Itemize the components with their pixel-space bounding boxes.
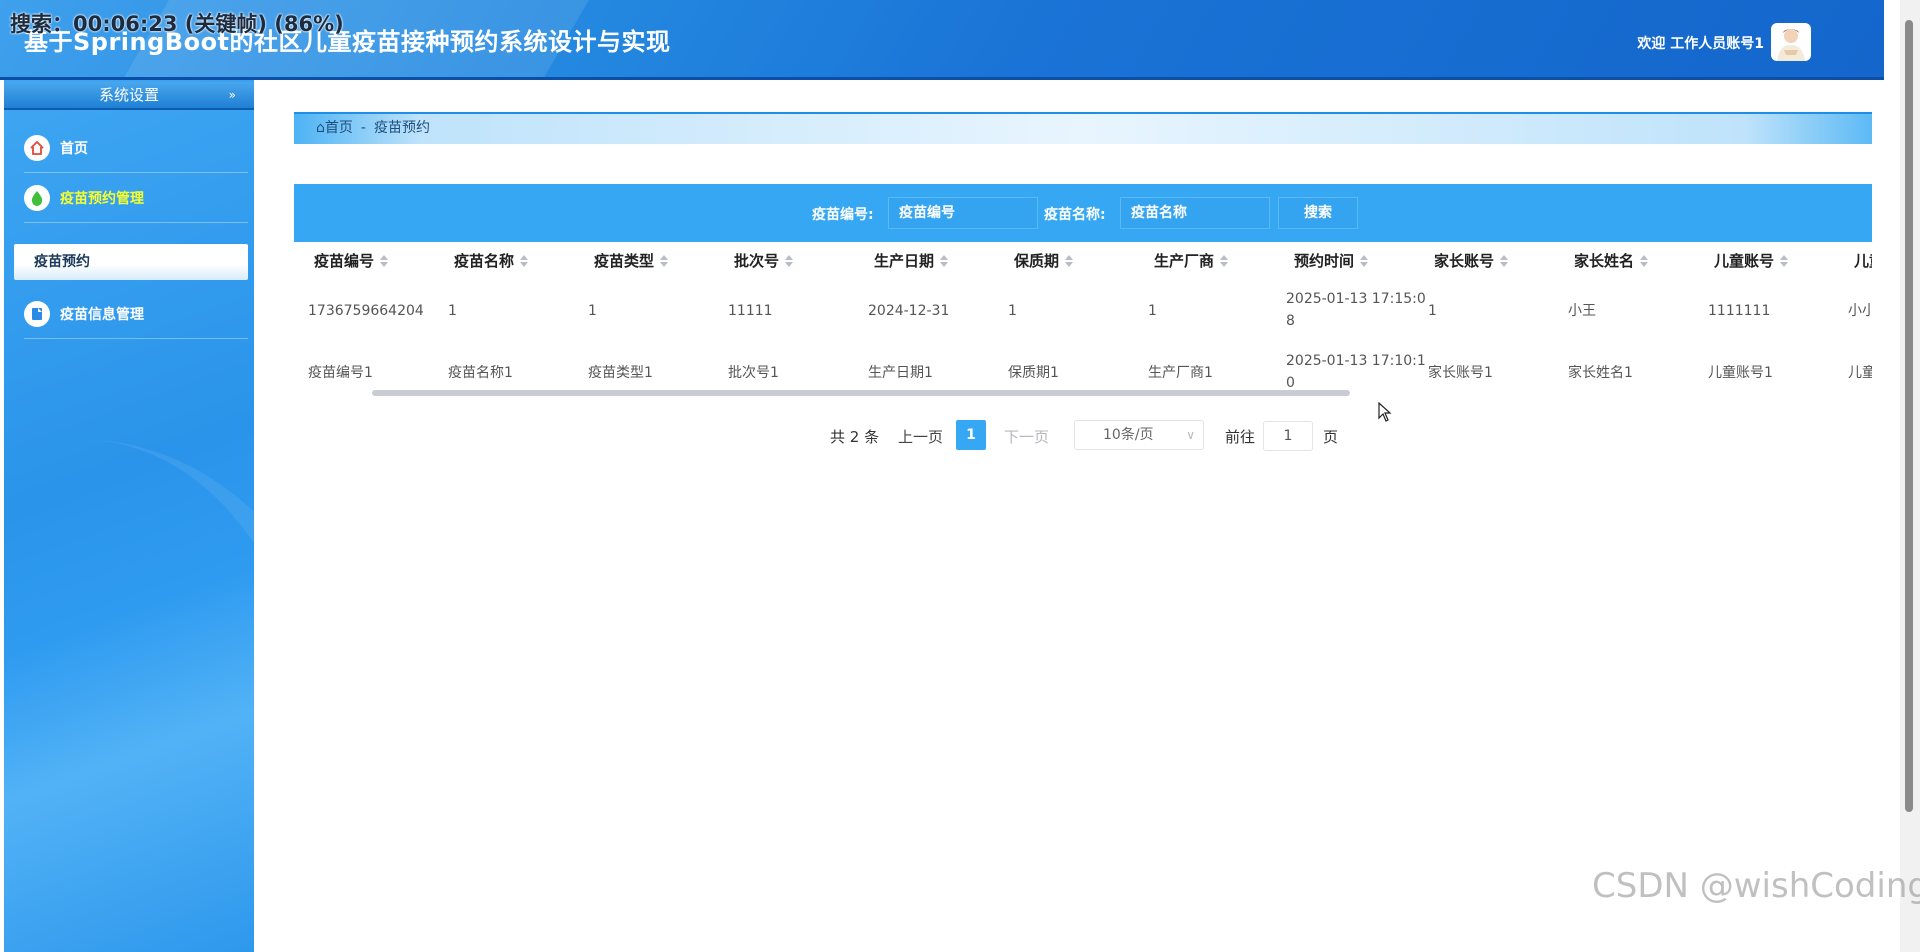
vaccine-name-input[interactable]: [1120, 197, 1270, 229]
table-cell: 1: [1008, 303, 1017, 319]
vaccine-code-label: 疫苗编号:: [812, 207, 874, 223]
sidebar-subitem-vaccine-booking[interactable]: 疫苗预约: [14, 244, 248, 280]
sort-icon[interactable]: [380, 254, 389, 267]
sidebar-item-label: 疫苗信息管理: [60, 307, 144, 323]
sort-icon[interactable]: [1640, 254, 1649, 267]
sort-icon[interactable]: [520, 254, 529, 267]
drop-icon: [24, 185, 50, 211]
breadcrumb-separator: -: [360, 120, 366, 136]
table-cell: 家长姓名1: [1568, 365, 1633, 381]
sidebar-item-label: 疫苗预约管理: [60, 191, 144, 207]
avatar[interactable]: [1771, 23, 1811, 61]
column-header[interactable]: 批次号: [734, 242, 794, 280]
table-cell: 2024-12-31: [868, 303, 950, 319]
table-cell: 1: [588, 303, 597, 319]
vaccine-name-label: 疫苗名称:: [1044, 207, 1106, 223]
vaccine-code-input[interactable]: [888, 197, 1038, 229]
home-outline-icon: ⌂: [316, 120, 325, 136]
welcome-text: 欢迎 工作人员账号1: [1637, 36, 1764, 52]
column-header[interactable]: 疫苗名称: [454, 242, 529, 280]
sort-icon[interactable]: [785, 254, 794, 267]
breadcrumb-home[interactable]: 首页: [325, 120, 353, 136]
table-cell: 2025-01-13 17:15:0: [1286, 291, 1426, 307]
breadcrumb-current: 疫苗预约: [373, 120, 430, 136]
sidebar-item-home[interactable]: 首页: [24, 124, 248, 173]
note-icon: [24, 301, 50, 327]
search-button[interactable]: 搜索: [1278, 197, 1358, 229]
double-chevron-down-icon: »: [228, 88, 236, 102]
mouse-cursor-icon: [1378, 401, 1392, 426]
sidebar-section-title: 系统设置: [98, 86, 159, 104]
table-cell: 生产厂商1: [1148, 365, 1213, 381]
table-cell: 小王: [1568, 303, 1596, 319]
breadcrumb: ⌂首页 - 疫苗预约: [294, 112, 1872, 144]
sort-icon[interactable]: [1500, 254, 1509, 267]
page-size-value: 10条/页: [1103, 427, 1154, 443]
sort-icon[interactable]: [1360, 254, 1369, 267]
video-overlay-caption: 搜索：00:06:23 (关键帧) (86%): [10, 12, 344, 36]
sidebar-item-vaccine-booking-management[interactable]: 疫苗预约管理: [24, 174, 248, 223]
column-header[interactable]: 疫苗编号: [314, 242, 389, 280]
page-size-select[interactable]: 10条/页 ∨: [1074, 420, 1204, 450]
table-cell: 儿童: [1848, 365, 1872, 381]
search-bar: 疫苗编号: 疫苗名称: 搜索: [294, 184, 1872, 242]
sort-icon[interactable]: [1065, 254, 1074, 267]
table-cell: 疫苗类型1: [588, 365, 653, 381]
sort-icon[interactable]: [940, 254, 949, 267]
column-header[interactable]: 疫苗类型: [594, 242, 669, 280]
pagination-total: 共 2 条: [830, 428, 880, 446]
column-header[interactable]: 预约时间: [1294, 242, 1369, 280]
column-header[interactable]: 家长姓名: [1574, 242, 1649, 280]
sidebar-item-vaccine-info-management[interactable]: 疫苗信息管理: [24, 290, 248, 339]
sort-icon[interactable]: [1220, 254, 1229, 267]
table-cell: 1736759664204: [308, 303, 424, 319]
column-header[interactable]: 儿童账号: [1714, 242, 1789, 280]
table-cell: 保质期1: [1008, 365, 1059, 381]
table-cell: 1: [448, 303, 457, 319]
sidebar-section-header[interactable]: 系统设置 »: [4, 82, 254, 110]
table-cell: 1: [1428, 303, 1437, 319]
page-number-button[interactable]: 1: [956, 420, 986, 450]
watermark: CSDN @wishCoding: [1592, 866, 1920, 906]
table-cell: 生产日期1: [868, 365, 933, 381]
table-cell: 批次号1: [728, 365, 779, 381]
column-header[interactable]: 生产日期: [874, 242, 949, 280]
table-cell: 家长账号1: [1428, 365, 1493, 381]
next-page-button[interactable]: 下一页: [1004, 426, 1049, 447]
sidebar: 系统设置 » 首页 疫苗预约管理 疫苗预约 疫苗信息管理: [4, 80, 254, 952]
table-cell: 11111: [728, 303, 773, 319]
prev-page-button[interactable]: 上一页: [898, 426, 943, 447]
table-cell: 小小: [1848, 303, 1872, 319]
goto-page-input[interactable]: 1: [1263, 421, 1313, 451]
horizontal-scrollbar[interactable]: [372, 390, 1350, 396]
vertical-scrollbar-thumb[interactable]: [1905, 20, 1913, 812]
sort-icon[interactable]: [660, 254, 669, 267]
table-cell: 1111111: [1708, 303, 1771, 319]
chevron-down-icon: ∨: [1186, 428, 1195, 442]
table-cell: 疫苗名称1: [448, 365, 513, 381]
home-icon: [24, 135, 50, 161]
table-cell: 儿童账号1: [1708, 365, 1773, 381]
sidebar-item-label: 首页: [60, 141, 88, 157]
user-avatar-icon: [1777, 29, 1805, 61]
table-cell: 1: [1148, 303, 1157, 319]
table-cell: 2025-01-13 17:10:1: [1286, 353, 1426, 369]
table-cell-wrap: 8: [1286, 313, 1295, 329]
sort-icon[interactable]: [1780, 254, 1789, 267]
table-row[interactable]: 1736759664204 1 1 11111 2024-12-31 1 1 2…: [294, 280, 1872, 342]
column-header[interactable]: 儿童: [1854, 242, 1872, 280]
table-header: 疫苗编号 疫苗名称 疫苗类型 批次号 生产日期 保质期 生产厂商 预约时间 家长…: [294, 242, 1872, 280]
column-header[interactable]: 保质期: [1014, 242, 1074, 280]
data-table: 疫苗编号 疫苗名称 疫苗类型 批次号 生产日期 保质期 生产厂商 预约时间 家长…: [294, 242, 1872, 404]
table-cell: 疫苗编号1: [308, 365, 373, 381]
column-header[interactable]: 生产厂商: [1154, 242, 1229, 280]
goto-label: 前往: [1225, 428, 1256, 446]
page-suffix-label: 页: [1323, 428, 1339, 446]
column-header[interactable]: 家长账号: [1434, 242, 1509, 280]
